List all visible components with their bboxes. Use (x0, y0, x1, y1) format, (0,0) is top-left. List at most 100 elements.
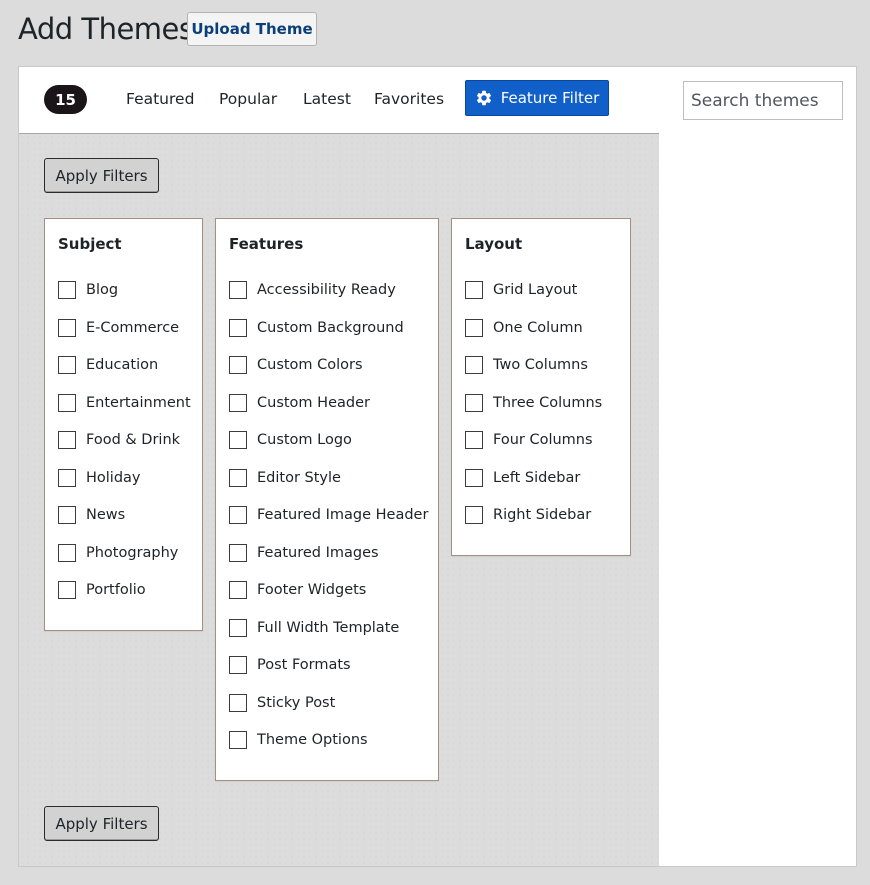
apply-filters-button-top[interactable]: Apply Filters (44, 158, 159, 193)
filter-option[interactable]: Footer Widgets (229, 579, 366, 601)
checkbox[interactable] (229, 281, 247, 299)
filter-option[interactable]: Theme Options (229, 729, 368, 751)
filter-option[interactable]: Custom Logo (229, 429, 352, 451)
checkbox[interactable] (58, 393, 76, 412)
filter-option-label: Custom Background (257, 319, 404, 336)
themes-panel: 15 Featured Popular Latest Favorites Fea… (18, 66, 857, 867)
checkbox[interactable] (229, 393, 247, 412)
page-title: Add Themes (18, 12, 194, 46)
checkbox[interactable] (58, 581, 76, 599)
filter-option[interactable]: Grid Layout (465, 279, 577, 301)
filter-option[interactable]: Custom Header (229, 392, 370, 414)
filter-option-label: Two Columns (493, 357, 588, 373)
feature-filter-area: Apply Filters Subject Blog E-Commerce Educ… (19, 134, 659, 866)
search-themes-input[interactable] (683, 81, 843, 120)
filter-option[interactable]: Full Width Template (229, 617, 399, 639)
checkbox[interactable] (229, 318, 247, 337)
filter-option-label: Featured Image Header (257, 507, 429, 523)
checkbox[interactable] (465, 431, 483, 449)
filter-option[interactable]: Education (58, 354, 158, 376)
checkbox[interactable] (229, 356, 247, 374)
checkbox[interactable] (58, 506, 76, 524)
filter-option[interactable]: Custom Colors (229, 354, 363, 376)
tab-favorites[interactable]: Favorites (374, 88, 444, 110)
tab-featured[interactable]: Featured (126, 88, 194, 110)
filter-option-label: Education (86, 357, 159, 373)
filter-option[interactable]: Left Sidebar (465, 467, 580, 489)
checkbox[interactable] (58, 431, 76, 449)
checkbox[interactable] (229, 468, 247, 487)
checkbox[interactable] (229, 506, 247, 524)
filter-option[interactable]: Portfolio (58, 579, 146, 601)
filter-group-subject: Subject Blog E-Commerce Education Entertain… (44, 218, 203, 631)
filter-option-label: News (86, 507, 126, 523)
filter-option-label: Custom Logo (257, 432, 352, 448)
checkbox[interactable] (465, 506, 483, 524)
filter-group-features: Features Accessibility Ready Custom Backg… (215, 218, 439, 781)
filter-option-label: Full Width Template (257, 619, 400, 636)
filter-option[interactable]: Three Columns (465, 392, 602, 414)
filter-option-label: Editor Style (257, 469, 341, 486)
checkbox[interactable] (58, 281, 76, 299)
filter-option-label: Portfolio (86, 582, 146, 598)
filter-option-label: Blog (86, 282, 119, 298)
filter-option[interactable]: Entertainment (58, 392, 191, 414)
checkbox[interactable] (229, 431, 247, 449)
checkbox[interactable] (229, 693, 247, 712)
group-title-features: Features (229, 235, 304, 253)
checkbox[interactable] (58, 468, 76, 487)
apply-filters-button-bottom[interactable]: Apply Filters (44, 806, 159, 841)
gear-icon (475, 89, 493, 107)
checkbox[interactable] (229, 618, 247, 637)
filter-option-label: Grid Layout (493, 282, 578, 298)
checkbox[interactable] (465, 281, 483, 299)
filter-option[interactable]: Two Columns (465, 354, 588, 376)
filter-option-label: Holiday (86, 469, 141, 486)
filter-group-layout: Layout Grid Layout One Column Two Columns T… (451, 218, 631, 556)
group-title-layout: Layout (465, 235, 523, 253)
filter-option-label: Custom Header (257, 394, 370, 411)
filter-option-label: Sticky Post (257, 694, 336, 711)
checkbox[interactable] (465, 393, 483, 412)
tab-popular[interactable]: Popular (219, 88, 277, 110)
checkbox[interactable] (58, 543, 76, 562)
filter-option[interactable]: One Column (465, 317, 583, 339)
filter-option[interactable]: Four Columns (465, 429, 593, 451)
filter-option-label: Four Columns (493, 432, 593, 448)
checkbox[interactable] (229, 731, 247, 749)
filter-option[interactable]: Sticky Post (229, 692, 335, 714)
filter-option-label: Custom Colors (257, 357, 363, 373)
filter-option[interactable]: Featured Images (229, 542, 379, 564)
checkbox[interactable] (58, 318, 76, 337)
filter-option-label: One Column (493, 319, 583, 336)
checkbox[interactable] (465, 356, 483, 374)
filter-option-label: Left Sidebar (493, 469, 581, 486)
filter-option[interactable]: Post Formats (229, 654, 351, 676)
filter-option[interactable]: Right Sidebar (465, 504, 591, 526)
filter-option[interactable]: Photography (58, 542, 178, 564)
checkbox[interactable] (465, 318, 483, 337)
feature-filter-label: Feature Filter (500, 89, 600, 107)
filter-option[interactable]: Editor Style (229, 467, 341, 489)
filter-option-label: E-Commerce (86, 319, 180, 336)
upload-theme-button[interactable]: Upload Theme (187, 12, 317, 46)
filter-option[interactable]: E-Commerce (58, 317, 179, 339)
filter-option-label: Theme Options (257, 732, 368, 748)
filter-option[interactable]: Food & Drink (58, 429, 180, 451)
feature-filter-button[interactable]: Feature Filter (465, 80, 609, 116)
tab-latest[interactable]: Latest (303, 88, 351, 110)
filter-option[interactable]: News (58, 504, 125, 526)
filter-option[interactable]: Holiday (58, 467, 141, 489)
filter-option[interactable]: Featured Image Header (229, 504, 428, 526)
checkbox[interactable] (229, 543, 247, 562)
checkbox[interactable] (229, 656, 247, 674)
checkbox[interactable] (58, 356, 76, 374)
group-title-subject: Subject (58, 235, 122, 253)
checkbox[interactable] (229, 581, 247, 599)
filter-option[interactable]: Custom Background (229, 317, 404, 339)
filter-option[interactable]: Blog (58, 279, 118, 301)
checkbox[interactable] (465, 468, 483, 487)
filter-option[interactable]: Accessibility Ready (229, 279, 396, 301)
filter-option-label: Entertainment (86, 394, 191, 411)
filter-option-label: Food & Drink (86, 432, 181, 448)
